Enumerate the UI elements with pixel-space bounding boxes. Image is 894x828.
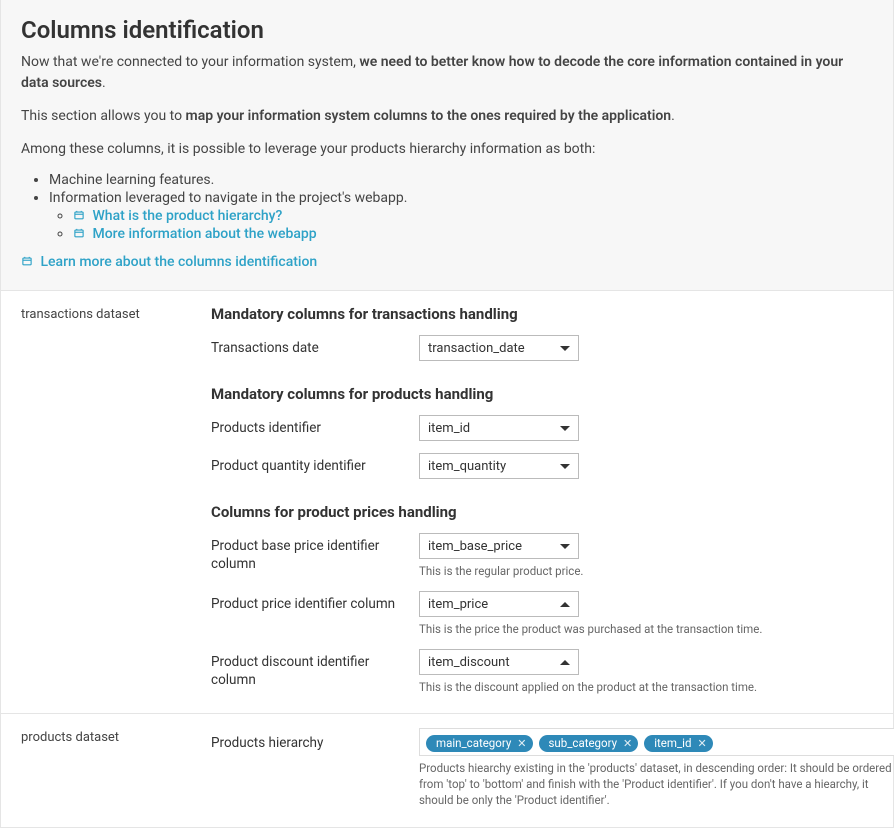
intro-bullets: Machine learning features. Information l… xyxy=(21,172,873,242)
label-product-quantity: Product quantity identifier xyxy=(211,453,419,476)
chevron-up-icon xyxy=(560,602,570,607)
bullet-webapp-nav: Information leveraged to navigate in the… xyxy=(49,190,873,242)
link-learn-more-columns[interactable]: Learn more about the columns identificat… xyxy=(40,254,317,270)
products-dataset-section: products dataset Products hierarchy main… xyxy=(1,713,893,826)
label-transactions-date: Transactions date xyxy=(211,335,419,358)
transactions-dataset-label: transactions dataset xyxy=(21,305,211,695)
intro-paragraph-2: This section allows you to map your info… xyxy=(21,106,873,127)
remove-chip-icon[interactable]: ✕ xyxy=(623,738,632,749)
intro-section: Columns identification Now that we're co… xyxy=(1,0,893,290)
page-title: Columns identification xyxy=(21,16,873,44)
intro-paragraph-3: Among these columns, it is possible to l… xyxy=(21,139,873,160)
heading-mandatory-products: Mandatory columns for products handling xyxy=(211,385,873,403)
wiki-icon xyxy=(73,209,85,221)
help-discount: This is the discount applied on the prod… xyxy=(419,679,873,695)
label-base-price: Product base price identifier column xyxy=(211,533,419,573)
chevron-down-icon xyxy=(560,464,570,469)
select-product-quantity[interactable]: item_quantity xyxy=(419,453,579,479)
link-product-hierarchy[interactable]: What is the product hierarchy? xyxy=(92,208,282,224)
intro-paragraph-1: Now that we're connected to your informa… xyxy=(21,52,873,94)
wiki-icon xyxy=(73,227,85,239)
select-price[interactable]: item_price xyxy=(419,591,579,617)
chevron-down-icon xyxy=(560,346,570,351)
label-products-hierarchy: Products hierarchy xyxy=(211,728,419,753)
products-dataset-label: products dataset xyxy=(21,728,211,808)
wiki-icon xyxy=(21,255,33,267)
chevron-down-icon xyxy=(560,544,570,549)
heading-mandatory-transactions: Mandatory columns for transactions handl… xyxy=(211,305,873,323)
label-price: Product price identifier column xyxy=(211,591,419,614)
remove-chip-icon[interactable]: ✕ xyxy=(697,738,706,749)
select-products-identifier[interactable]: item_id xyxy=(419,415,579,441)
label-discount: Product discount identifier column xyxy=(211,649,419,689)
label-products-identifier: Products identifier xyxy=(211,415,419,438)
transactions-dataset-section: transactions dataset Mandatory columns f… xyxy=(1,290,893,713)
select-discount[interactable]: item_discount xyxy=(419,649,579,675)
products-hierarchy-input[interactable]: main_category ✕ sub_category ✕ item_id ✕ xyxy=(419,728,894,756)
chip-main-category: main_category ✕ xyxy=(426,735,533,753)
bullet-ml-features: Machine learning features. xyxy=(49,172,873,188)
chip-item-id: item_id ✕ xyxy=(644,735,712,753)
heading-product-prices: Columns for product prices handling xyxy=(211,503,873,521)
help-base-price: This is the regular product price. xyxy=(419,563,873,579)
help-products-hierarchy: Products hiearchy existing in the 'produ… xyxy=(419,760,894,808)
chip-sub-category: sub_category ✕ xyxy=(539,735,639,753)
select-base-price[interactable]: item_base_price xyxy=(419,533,579,559)
select-transactions-date[interactable]: transaction_date xyxy=(419,335,579,361)
remove-chip-icon[interactable]: ✕ xyxy=(517,738,526,749)
chevron-up-icon xyxy=(560,660,570,665)
chevron-down-icon xyxy=(560,426,570,431)
link-webapp-info[interactable]: More information about the webapp xyxy=(92,226,316,242)
help-price: This is the price the product was purcha… xyxy=(419,621,873,637)
